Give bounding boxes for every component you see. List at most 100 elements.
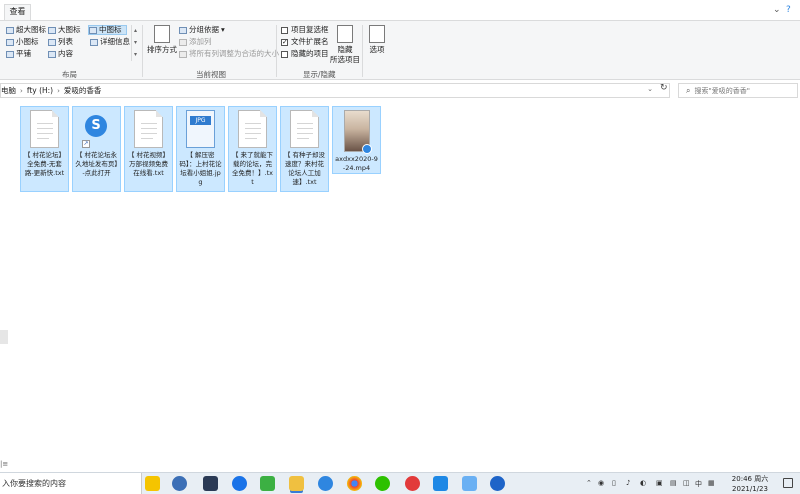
content-icon (48, 50, 56, 58)
refresh-icon[interactable]: ↻ (660, 83, 668, 93)
tab-view[interactable]: 查看 (4, 4, 31, 20)
file-item[interactable]: 【 有种子却没速度？来村花论坛人工加速】.txt (280, 106, 329, 192)
app-icon[interactable] (145, 476, 160, 491)
layout-gallery-scroll[interactable]: ▴ ▾ ▾ (131, 25, 139, 61)
breadcrumb-folder[interactable]: 爱吸的香香 (64, 85, 102, 96)
file-name: 【 有种子却没速度？来村花论坛人工加速】.txt (283, 151, 326, 186)
app-icon[interactable] (172, 476, 187, 491)
image-file-icon: JPG (186, 110, 215, 148)
breadcrumb-drive[interactable]: fty (H:) (27, 86, 53, 95)
tray-icon[interactable]: ◐ (640, 479, 646, 487)
file-item[interactable]: 【 村花视频】万部视频免费在线看.txt (124, 106, 173, 192)
file-name: 【 村花视频】万部视频免费在线看.txt (127, 151, 170, 177)
chevron-right-icon[interactable]: › (20, 87, 23, 95)
gallery-expand-icon[interactable]: ▾ (132, 49, 139, 61)
tray-icon[interactable]: ▣ (656, 479, 663, 487)
file-extensions-toggle[interactable]: 文件扩展名 (281, 37, 329, 47)
tray-icon[interactable]: ▤ (670, 479, 677, 487)
large-icons-icon (48, 26, 56, 34)
breadcrumb-this-pc[interactable]: 电脑 (1, 85, 16, 96)
splitter-handle[interactable] (0, 330, 8, 344)
app-icon[interactable] (462, 476, 477, 491)
text-file-icon (290, 110, 319, 148)
network-icon[interactable]: ◫ (683, 479, 690, 487)
group-by-button[interactable]: 分组依据 ▾ (179, 25, 225, 35)
chevron-up-icon[interactable]: ▴ (132, 25, 139, 37)
small-icons-icon (6, 38, 14, 46)
shortcut-arrow-icon: ↗ (82, 140, 90, 148)
file-item[interactable]: JPG 【 解压密码】：上村花论坛看小姐姐.jpg (176, 106, 225, 192)
app-icon[interactable] (433, 476, 448, 491)
text-file-icon (30, 110, 59, 148)
file-explorer-icon[interactable] (289, 476, 304, 491)
extra-large-icons-icon (6, 26, 14, 34)
item-checkboxes-toggle[interactable]: 项目复选框 (281, 25, 329, 35)
checkbox[interactable] (281, 50, 288, 58)
address-bar[interactable]: 电脑 › fty (H:) › 爱吸的香香 ⌄ (0, 83, 670, 98)
tiles-icon (6, 50, 14, 58)
video-thumbnail (343, 110, 372, 154)
checkbox-checked[interactable] (281, 37, 288, 47)
music-icon[interactable] (405, 476, 420, 491)
view-details[interactable]: 详细信息 (90, 37, 130, 47)
tray-icon[interactable]: ◉ (598, 479, 604, 487)
app-icon[interactable] (490, 476, 505, 491)
view-extra-large-icons[interactable]: 超大图标 (6, 25, 46, 35)
browser-shortcut-icon: S ↗ (82, 110, 111, 148)
sort-icon (154, 25, 170, 43)
fit-columns-icon (179, 50, 187, 58)
view-small-icons[interactable]: 小图标 (6, 37, 39, 47)
chevron-down-icon[interactable]: ⌄ (647, 85, 653, 93)
file-view: 【 村花论坛】全免费-无套路-更新快.txt S ↗ 【 村花论坛永久地址发布页… (0, 100, 800, 472)
taskbar: 入你要搜索的内容 ⌃ ◉ ▯ ♪ ◐ ▣ ▤ ◫ 中 ▦ 20:46 周六 20… (0, 472, 800, 494)
wechat-icon[interactable] (375, 476, 390, 491)
add-column-icon (179, 38, 187, 46)
fit-columns-button[interactable]: 将所有列调整为合适的大小 (179, 49, 279, 59)
edge-icon[interactable] (232, 476, 247, 491)
help-icon[interactable]: ? (786, 6, 791, 15)
steam-icon[interactable] (203, 476, 218, 491)
taskbar-search[interactable]: 入你要搜索的内容 (0, 473, 142, 494)
file-name: 【 村花论坛永久地址发布页】-点此打开 (75, 151, 118, 177)
tray-icon[interactable]: ▯ (612, 479, 616, 487)
tray-icon[interactable]: ▦ (708, 479, 715, 487)
ribbon-tab-bar: 查看 ⌄ ? (0, 0, 800, 20)
view-list[interactable]: 列表 (48, 37, 73, 47)
notification-icon[interactable] (783, 478, 793, 488)
clock[interactable]: 20:46 周六 2021/1/23 (727, 474, 773, 494)
view-tiles[interactable]: 平铺 (6, 49, 31, 59)
browser-icon[interactable] (318, 476, 333, 491)
details-icon (90, 38, 98, 46)
medium-icons-icon (89, 26, 97, 34)
chrome-icon[interactable] (347, 476, 362, 491)
ime-indicator[interactable]: 中 (695, 479, 702, 489)
hidden-items-toggle[interactable]: 隐藏的项目 (281, 49, 329, 59)
view-content[interactable]: 内容 (48, 49, 73, 59)
tray-icon[interactable]: ♪ (626, 479, 630, 487)
file-item[interactable]: S ↗ 【 村花论坛永久地址发布页】-点此打开 (72, 106, 121, 192)
checkbox[interactable] (281, 26, 288, 34)
file-name: axdxx2020-9-24.mp4 (335, 155, 378, 172)
options-icon (369, 25, 385, 43)
app-icon[interactable] (260, 476, 275, 491)
chevron-up-icon[interactable]: ⌃ (586, 479, 592, 487)
options-button[interactable]: 选项 (360, 25, 394, 55)
view-medium-icons[interactable]: 中图标 (88, 25, 127, 35)
ribbon: 超大图标 大图标 中图标 小图标 列表 详细信息 平铺 内容 ▴ ▾ ▾ 布局 排序… (0, 20, 800, 80)
chevron-down-icon[interactable]: ▾ (132, 37, 139, 49)
ribbon-collapse-icon[interactable]: ⌄ (773, 6, 781, 15)
chevron-right-icon[interactable]: › (57, 87, 60, 95)
file-item[interactable]: 【 村花论坛】全免费-无套路-更新快.txt (20, 106, 69, 192)
ribbon-separator (142, 25, 143, 77)
hide-selected-button[interactable]: 隐藏 所选项目 (328, 25, 362, 65)
dropdown-arrow-icon: ▾ (221, 25, 225, 34)
file-item[interactable]: 【 来了就能下载的论坛，完全免费！】.txt (228, 106, 277, 192)
sort-by-button[interactable]: 排序方式 (145, 25, 179, 55)
video-app-badge-icon (361, 144, 372, 154)
file-item[interactable]: axdxx2020-9-24.mp4 (332, 106, 381, 174)
file-name: 【 解压密码】：上村花论坛看小姐姐.jpg (179, 151, 222, 186)
search-input[interactable]: ⌕ 搜索"爱吸的香香" (678, 83, 798, 98)
view-large-icons[interactable]: 大图标 (48, 25, 81, 35)
group-label-current-view: 当前视图 (196, 70, 226, 79)
add-column-button[interactable]: 添加列 (179, 37, 212, 47)
